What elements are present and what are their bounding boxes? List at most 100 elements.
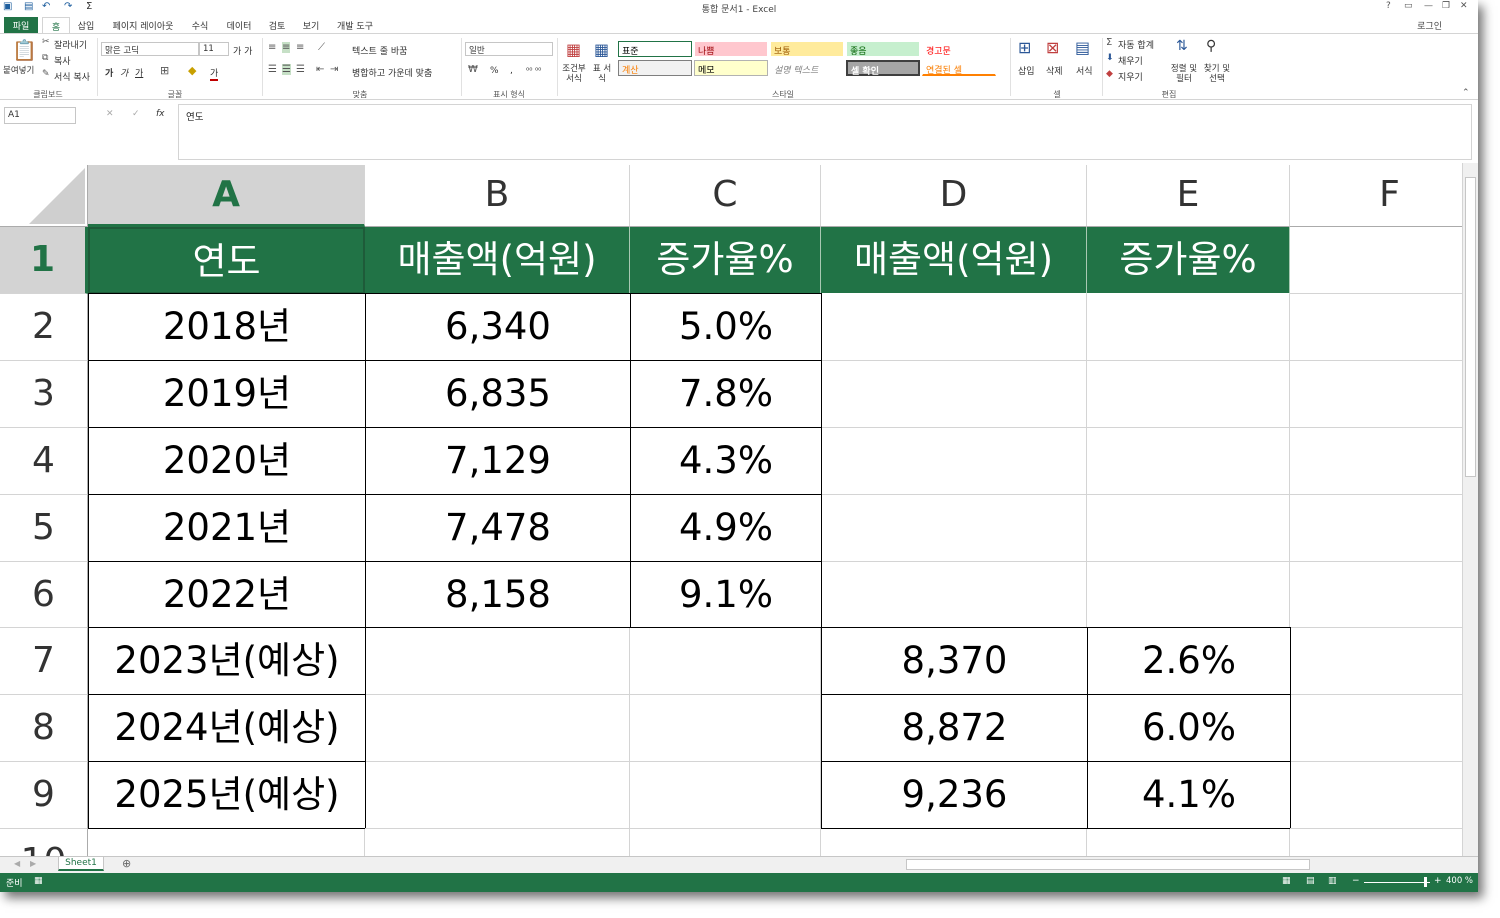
style-note[interactable]: 메모 xyxy=(694,60,768,76)
cell-a10[interactable] xyxy=(88,829,365,856)
align-center-icon[interactable]: ☰ xyxy=(282,64,291,75)
font-name-dropdown[interactable]: 맑은 고딕 xyxy=(101,42,199,56)
vertical-scrollbar[interactable] xyxy=(1462,163,1478,856)
sheet-prev-icon[interactable]: ◀ xyxy=(14,859,20,868)
tab-insert[interactable]: 삽입 xyxy=(72,17,100,33)
cell-a4[interactable]: 2020년 xyxy=(88,427,366,495)
collapse-ribbon-icon[interactable]: ⌃ xyxy=(1462,88,1470,98)
cell-e5[interactable] xyxy=(1087,495,1290,562)
cell-e3[interactable] xyxy=(1087,361,1290,428)
cell-f9[interactable] xyxy=(1290,762,1462,829)
underline-button[interactable]: 가 xyxy=(135,66,143,79)
row-header-8[interactable]: 8 xyxy=(0,695,88,762)
cell-d8[interactable]: 8,872 xyxy=(821,694,1088,762)
column-header-c[interactable]: C xyxy=(630,165,821,227)
comma-button[interactable]: , xyxy=(510,66,513,76)
italic-button[interactable]: 가 xyxy=(120,66,128,79)
sort-filter-button[interactable]: 정렬 및 필터 xyxy=(1168,64,1200,84)
cell-b4[interactable]: 7,129 xyxy=(365,427,631,495)
cell-e8[interactable]: 6.0% xyxy=(1087,694,1291,762)
cell-c10[interactable] xyxy=(630,829,821,856)
font-size-dropdown[interactable]: 11 xyxy=(199,42,229,56)
number-format-dropdown[interactable]: 일반 xyxy=(465,42,553,56)
row-header-2[interactable]: 2 xyxy=(0,294,88,361)
style-good[interactable]: 좋음 xyxy=(846,41,920,57)
style-check-cell[interactable]: 셀 확인 xyxy=(846,60,920,77)
cell-f3[interactable] xyxy=(1290,361,1462,428)
style-normal[interactable]: 표준 xyxy=(618,41,692,57)
cell-e9[interactable]: 4.1% xyxy=(1087,761,1291,829)
cell-f8[interactable] xyxy=(1290,695,1462,762)
row-header-3[interactable]: 3 xyxy=(0,361,88,428)
formula-input[interactable]: 연도 xyxy=(178,104,1472,160)
row-header-10[interactable]: 10 xyxy=(0,829,88,856)
tab-developer[interactable]: 개발 도구 xyxy=(332,17,378,33)
cell-b9[interactable] xyxy=(365,762,630,829)
cell-d4[interactable] xyxy=(821,428,1087,495)
cell-a7[interactable]: 2023년(예상) xyxy=(88,627,366,695)
minimize-icon[interactable]: — xyxy=(1424,1,1433,11)
conditional-format-button[interactable]: 조건부 서식 xyxy=(560,64,588,84)
cell-c8[interactable] xyxy=(630,695,821,762)
restore-icon[interactable]: ❐ xyxy=(1442,1,1450,11)
grow-font-icon[interactable]: 가 가 xyxy=(233,44,252,57)
paste-button[interactable]: 붙여넣기 xyxy=(3,64,34,76)
tab-view[interactable]: 보기 xyxy=(298,17,324,33)
tab-home[interactable]: 홈 xyxy=(42,17,70,33)
autosum-button[interactable]: 자동 합계 xyxy=(1118,38,1154,51)
bold-button[interactable]: 가 xyxy=(105,66,113,79)
cell-e10[interactable] xyxy=(1087,829,1290,856)
cell-e4[interactable] xyxy=(1087,428,1290,495)
style-bad[interactable]: 나쁨 xyxy=(694,41,768,57)
cell-d7[interactable]: 8,370 xyxy=(821,627,1088,695)
cell-a8[interactable]: 2024년(예상) xyxy=(88,694,366,762)
align-left-icon[interactable]: ☰ xyxy=(268,64,277,75)
tab-page-layout[interactable]: 페이지 레이아웃 xyxy=(106,17,180,33)
new-sheet-icon[interactable]: ⊕ xyxy=(122,857,131,870)
merge-center-button[interactable]: 병합하고 가운데 맞춤 xyxy=(352,66,432,79)
ribbon-display-icon[interactable]: ▭ xyxy=(1404,1,1413,11)
sheet-tab-sheet1[interactable]: Sheet1 xyxy=(58,857,104,871)
cell-c1[interactable]: 증가율% xyxy=(630,227,821,294)
help-icon[interactable]: ? xyxy=(1386,1,1391,11)
tab-review[interactable]: 검토 xyxy=(264,17,290,33)
zoom-out-icon[interactable]: − xyxy=(1352,876,1360,886)
cell-f5[interactable] xyxy=(1290,495,1462,562)
align-right-icon[interactable]: ☰ xyxy=(296,64,305,75)
sheet-next-icon[interactable]: ▶ xyxy=(30,859,36,868)
find-select-button[interactable]: 찾기 및 선택 xyxy=(1200,64,1234,84)
cell-f2[interactable] xyxy=(1290,294,1462,361)
insert-cells-button[interactable]: 삽입 xyxy=(1018,64,1035,77)
select-all-corner[interactable] xyxy=(0,165,88,227)
decimal-icon[interactable]: ⁰⁰ ⁰⁰ xyxy=(526,66,541,75)
cell-d5[interactable] xyxy=(821,495,1087,562)
indent-icon[interactable]: ⇤ xyxy=(316,64,324,75)
column-header-a[interactable]: A xyxy=(88,165,365,227)
cancel-icon[interactable]: ✕ xyxy=(106,109,114,119)
align-top-icon[interactable]: ≡ xyxy=(268,42,276,53)
horizontal-scroll-thumb[interactable] xyxy=(906,859,1310,870)
align-middle-icon[interactable]: ≡ xyxy=(282,42,291,53)
cell-d2[interactable] xyxy=(821,294,1087,361)
page-break-view-icon[interactable]: ▥ xyxy=(1328,876,1337,886)
column-header-b[interactable]: B xyxy=(365,165,630,227)
zoom-in-icon[interactable]: + xyxy=(1434,876,1442,886)
cell-b6[interactable]: 8,158 xyxy=(365,561,631,628)
format-painter-button[interactable]: 서식 복사 xyxy=(54,70,90,83)
clear-button[interactable]: 지우기 xyxy=(1118,70,1143,83)
delete-cells-button[interactable]: 삭제 xyxy=(1046,64,1063,77)
macro-record-icon[interactable]: ▦ xyxy=(34,876,43,886)
fill-color-icon[interactable]: ◆ xyxy=(188,64,196,77)
cell-b3[interactable]: 6,835 xyxy=(365,360,631,428)
cell-b10[interactable] xyxy=(365,829,630,856)
cell-c3[interactable]: 7.8% xyxy=(630,360,822,428)
insert-function-icon[interactable]: fx xyxy=(156,109,165,119)
cell-c6[interactable]: 9.1% xyxy=(630,561,822,628)
cell-a9[interactable]: 2025년(예상) xyxy=(88,761,366,829)
row-header-6[interactable]: 6 xyxy=(0,562,88,628)
cell-f6[interactable] xyxy=(1290,562,1462,628)
cell-b8[interactable] xyxy=(365,695,630,762)
close-icon[interactable]: ✕ xyxy=(1460,1,1468,11)
cell-b7[interactable] xyxy=(365,628,630,695)
zoom-slider[interactable] xyxy=(1364,882,1430,883)
